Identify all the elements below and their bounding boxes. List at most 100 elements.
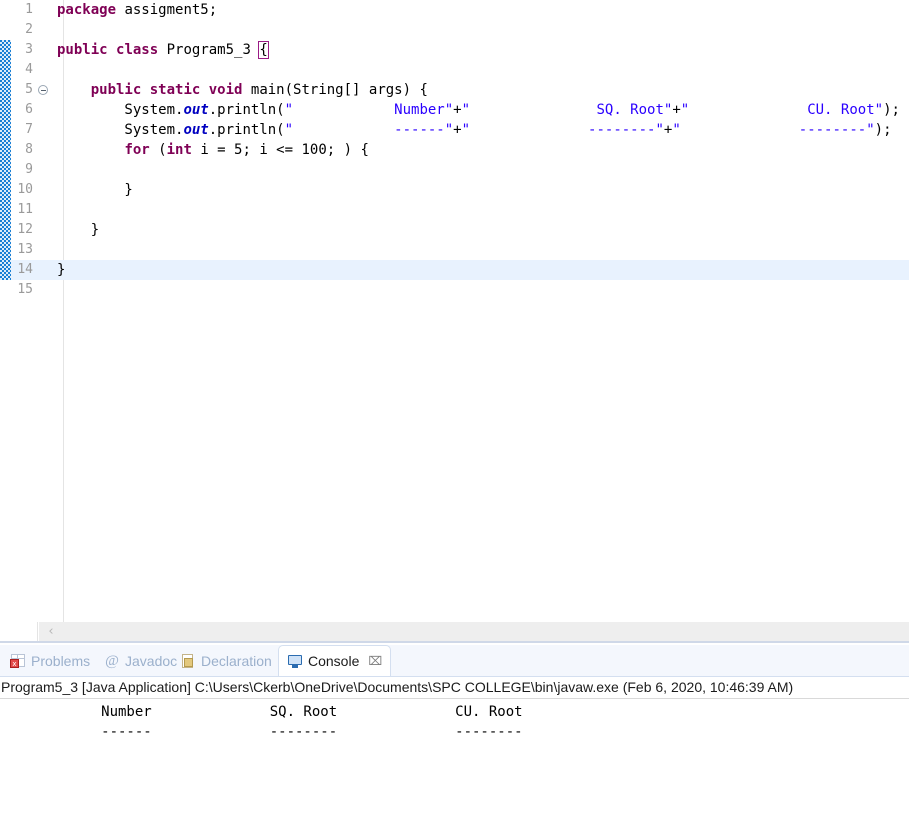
code-text[interactable]: public static void main(String[] args) { bbox=[52, 80, 909, 100]
code-line-7[interactable]: 7 System.out.println(" ------"+" -------… bbox=[0, 120, 909, 140]
code-line-8[interactable]: 8 for (int i = 5; i <= 100; ) { bbox=[0, 140, 909, 160]
console-view[interactable]: Program5_3 [Java Application] C:\Users\C… bbox=[0, 677, 909, 817]
token-kw: public bbox=[90, 82, 142, 98]
code-line-11[interactable]: 11 bbox=[0, 200, 909, 220]
code-text[interactable]: for (int i = 5; i <= 100; ) { bbox=[52, 140, 909, 160]
token-fld: out bbox=[183, 102, 209, 118]
code-line-10[interactable]: 10 } bbox=[0, 180, 909, 200]
token-plain: assigment5; bbox=[116, 2, 218, 18]
panel-tab-bar[interactable]: x Problems @ Javadoc Declaration Console ⌧ bbox=[0, 645, 909, 677]
token-plain: ( bbox=[149, 142, 167, 158]
tab-close-icon[interactable]: ⌧ bbox=[368, 654, 382, 668]
panel-divider bbox=[0, 641, 909, 643]
declaration-icon bbox=[180, 653, 196, 669]
java-editor[interactable]: 1 package assigment5; 2 3 public class Progr… bbox=[0, 0, 909, 622]
code-line-13[interactable]: 13 bbox=[0, 240, 909, 260]
tab-label: Declaration bbox=[201, 653, 272, 669]
token-plain: System. bbox=[57, 122, 184, 138]
code-text[interactable]: System.out.println(" Number"+" SQ. Root"… bbox=[52, 100, 909, 120]
tab-console[interactable]: Console ⌧ bbox=[278, 645, 392, 676]
change-bar bbox=[0, 0, 11, 20]
eclipse-ide-window: 1 package assigment5; 2 3 public class Progr… bbox=[0, 0, 909, 817]
matching-brace-highlight: { bbox=[258, 41, 269, 59]
scrollbar-gutter-pad bbox=[0, 622, 38, 643]
token-plain: + bbox=[453, 102, 462, 118]
javadoc-icon: @ bbox=[105, 653, 119, 669]
token-str: " CU. Root" bbox=[680, 102, 884, 118]
change-bar bbox=[0, 180, 11, 200]
tab-declaration[interactable]: Declaration bbox=[172, 645, 280, 677]
token-kw: void bbox=[208, 82, 243, 98]
code-line-2[interactable]: 2 bbox=[0, 20, 909, 40]
code-text[interactable]: } bbox=[52, 180, 909, 200]
console-launch-label: Program5_3 [Java Application] C:\Users\C… bbox=[0, 677, 909, 699]
token-kw: class bbox=[116, 42, 159, 58]
token-plain: + bbox=[672, 102, 681, 118]
code-line-15[interactable]: 15 bbox=[0, 280, 909, 300]
token-kw: static bbox=[149, 82, 201, 98]
fold-collapse-icon[interactable] bbox=[37, 80, 52, 100]
change-bar bbox=[0, 140, 11, 160]
token-plain: .println( bbox=[208, 122, 285, 138]
token-plain: } bbox=[57, 182, 133, 198]
token-kw: package bbox=[57, 2, 117, 18]
code-line-5[interactable]: 5 public static void main(String[] args)… bbox=[0, 80, 909, 100]
token-kw: for bbox=[124, 142, 150, 158]
change-bar bbox=[0, 260, 11, 280]
code-text[interactable]: System.out.println(" ------"+ " --------"… bbox=[52, 120, 909, 140]
tab-label: Problems bbox=[31, 653, 91, 669]
token-kw: int bbox=[166, 142, 192, 158]
token-plain: System. bbox=[57, 102, 184, 118]
token-str: " --------" bbox=[672, 122, 875, 138]
code-line-9[interactable]: 9 bbox=[0, 160, 909, 180]
token-plain: + bbox=[453, 122, 462, 138]
console-icon bbox=[287, 653, 303, 669]
code-line-14[interactable]: 14} bbox=[0, 260, 909, 280]
change-bar bbox=[0, 220, 11, 240]
code-line-6[interactable]: 6 System.out.println(" Number"+" SQ. Roo… bbox=[0, 100, 909, 120]
code-text[interactable]: package assigment5; bbox=[52, 0, 909, 20]
tab-problems[interactable]: x Problems bbox=[2, 645, 98, 677]
code-text[interactable]: } bbox=[52, 260, 909, 280]
change-bar bbox=[0, 20, 11, 40]
tab-label: Javadoc bbox=[125, 653, 178, 669]
token-str: " Number" bbox=[284, 102, 454, 118]
code-text[interactable]: public class Program5_3 { bbox=[52, 40, 909, 60]
scrollbar-track[interactable]: ‹ bbox=[39, 622, 909, 642]
scroll-left-arrow-icon[interactable]: ‹ bbox=[44, 625, 58, 639]
token-str: " ------" bbox=[284, 122, 454, 138]
token-kw: public bbox=[57, 42, 108, 58]
tab-label: Console bbox=[308, 653, 360, 669]
code-line-3[interactable]: 3 public class Program5_3 { bbox=[0, 40, 909, 60]
code-rows[interactable]: 1 package assigment5; 2 3 public class Progr… bbox=[0, 0, 909, 300]
code-line-4[interactable]: 4 bbox=[0, 60, 909, 80]
editor-horizontal-scrollbar[interactable]: ‹ bbox=[0, 622, 909, 643]
token-fld: out bbox=[183, 122, 209, 138]
token-plain: ); bbox=[874, 122, 892, 138]
change-bar bbox=[0, 200, 11, 220]
change-bar bbox=[0, 80, 11, 100]
change-bar bbox=[0, 60, 11, 80]
code-line-1[interactable]: 1 package assigment5; bbox=[0, 0, 909, 20]
token-plain: Program5_3 bbox=[158, 42, 260, 58]
token-plain: i = 5; i <= 100; ) { bbox=[191, 142, 369, 158]
code-text[interactable]: } bbox=[52, 220, 909, 240]
code-line-12[interactable]: 12 } bbox=[0, 220, 909, 240]
